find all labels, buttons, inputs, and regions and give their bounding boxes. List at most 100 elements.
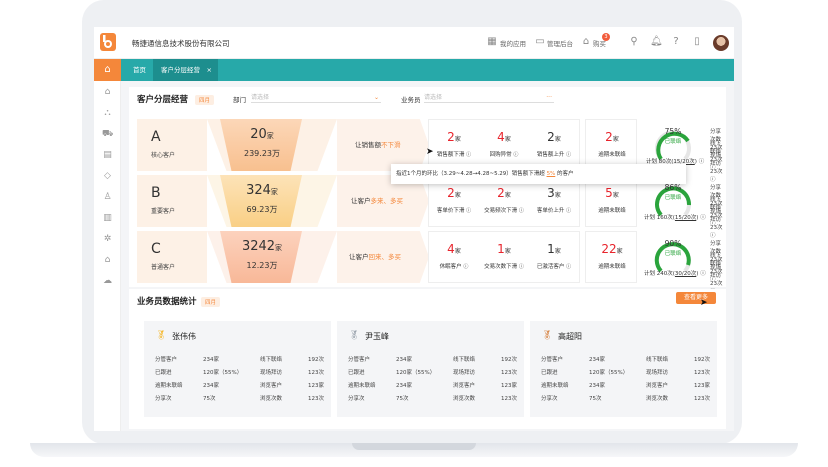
mouse-cursor-icon: ➤: [426, 147, 434, 157]
sales-label: 业务员: [401, 96, 421, 104]
stat-field: 分管客户: [541, 357, 564, 363]
dept-placeholder: 请选择: [251, 94, 270, 101]
stat-field: 234家: [396, 357, 412, 363]
stat-field: 123家: [694, 383, 710, 389]
segment-amount: 69.23万: [246, 205, 278, 214]
stat-item[interactable]: 3家 客单价上升 ⓘ: [529, 186, 579, 214]
plan-text: 计划 240次(30/20次) ⓘ: [644, 271, 706, 277]
stat-field: 现场拜访: [646, 370, 669, 376]
stat-item[interactable]: 2家 客单价下滑 ⓘ: [429, 186, 479, 214]
stat-field: 分享次: [541, 396, 558, 402]
overdue-value: 22家: [601, 242, 623, 256]
stat-item[interactable]: 2家 销售额上升 ⓘ: [529, 130, 579, 158]
sales-select[interactable]: 请选择 ···: [424, 92, 554, 103]
stat-item[interactable]: 1家 已激活客户 ⓘ: [529, 242, 579, 270]
stat-item[interactable]: 1家 交易次数下滑 ⓘ: [479, 242, 529, 270]
stat-field: 234家: [589, 383, 605, 389]
info-icon: ⓘ: [566, 264, 572, 270]
segment-amount: 239.23万: [244, 149, 280, 158]
stat-field: 逾期未联络: [541, 383, 569, 389]
stat-field: 逾期未联络: [155, 383, 183, 389]
stat-field: 123家: [501, 383, 517, 389]
sales-placeholder: 请选择: [424, 94, 443, 101]
segment-count: 20家: [250, 127, 274, 142]
stat-field: 分享次: [348, 396, 365, 402]
stat-field: 已跟进: [348, 370, 365, 376]
gauge-percent: 75%: [664, 127, 682, 136]
overdue-card[interactable]: 22家逾期未联络: [585, 231, 637, 283]
stat-field: 分管客户: [155, 357, 178, 363]
stat-field: 123次: [501, 370, 517, 376]
stat-field: 120家（55%）: [589, 370, 629, 376]
segment-slogan: 让客户回来、多买: [349, 253, 401, 261]
salesperson-card[interactable]: 🏅︎ 张伟伟 分管客户 234家 线下联络 192次 已跟进 120家（55%） 现场拜访…: [144, 321, 331, 417]
overdue-value: 5家: [605, 186, 619, 200]
stat-field: 120家（55%）: [396, 370, 436, 376]
stat-field: 线下联络: [453, 357, 476, 363]
stat-field: 123次: [694, 370, 710, 376]
overdue-label: 逾期未联络: [598, 264, 626, 270]
stat-item[interactable]: 4家 回购异常 ⓘ: [479, 130, 529, 158]
info-icon: ⓘ: [698, 159, 705, 165]
stat-field: 234家: [203, 383, 219, 389]
info-icon: ⓘ: [466, 208, 472, 214]
tiering-panel: 客户分层经营 四月 部门 请选择 ⌄ 业务员 请选择 ··· A 核心客户 20…: [129, 87, 726, 295]
stat-field: 123家: [308, 383, 324, 389]
overdue-label: 逾期未联络: [598, 208, 626, 214]
segment-count: 324家: [246, 183, 278, 198]
page-title: 客户分层经营: [137, 95, 189, 105]
segment-slogan: 让销售额不下滑: [355, 141, 401, 149]
stat-field: 分管客户: [348, 357, 371, 363]
stat-field: 120家（55%）: [203, 370, 243, 376]
gauge-label: 已联络: [664, 251, 682, 257]
stat-field: 浏览客户: [453, 383, 476, 389]
segment-letter: A: [151, 129, 161, 145]
segment-label-box: B 重要客户: [137, 175, 207, 227]
stat-item[interactable]: 4家 休眠客户 ⓘ: [429, 242, 479, 270]
info-icon: ⓘ: [518, 208, 524, 214]
segment-letter: B: [151, 185, 161, 201]
stat-field: 现场拜访: [453, 370, 476, 376]
segment-label-box: C 普通客户: [137, 231, 207, 283]
stat-field: 234家: [396, 383, 412, 389]
sales-month-tag[interactable]: 四月: [201, 297, 221, 307]
bronze-medal-icon: 🏅︎: [541, 331, 553, 341]
info-icon: ⓘ: [700, 271, 706, 277]
gauge-percent: 86%: [664, 183, 682, 192]
stat-field: 123次: [501, 396, 517, 402]
segment-label-box: A 核心客户: [137, 119, 207, 171]
stat-field: 浏览客户: [260, 383, 283, 389]
stat-field: 192次: [501, 357, 517, 363]
salesperson-card[interactable]: 🏅︎ 高超阳 分管客户 234家 线下联络 192次 已跟进 120家（55%） 现场拜访…: [530, 321, 717, 417]
salesperson-name: 高超阳: [558, 332, 582, 341]
stat-field: 分享次: [155, 396, 172, 402]
laptop-notch: [352, 443, 476, 450]
stat-field: 234家: [203, 357, 219, 363]
segment-letter: C: [151, 241, 161, 257]
stat-field: 已跟进: [155, 370, 172, 376]
dept-select[interactable]: 请选择 ⌄: [251, 92, 381, 103]
mouse-cursor-icon: ➤: [700, 298, 708, 308]
metric-tooltip: 指近1个月的环比（3.29~4.28→4.28~5.29）销售额下滑超 5% 的…: [391, 164, 686, 184]
month-tag[interactable]: 四月: [195, 95, 215, 105]
sales-title: 业务员数据统计: [137, 297, 197, 307]
stat-field: 234家: [589, 357, 605, 363]
stat-field: 192次: [694, 357, 710, 363]
view-more-button[interactable]: 查看更多: [676, 292, 716, 304]
stat-field: 75次: [589, 396, 602, 402]
stat-field: 浏览次数: [260, 396, 283, 402]
segment-row-c[interactable]: C 普通客户 3242家 12.23万 让客户回来、多买 4家 休眠客户 ⓘ 1家…: [137, 231, 724, 295]
stat-field: 浏览次数: [646, 396, 669, 402]
segment-slogan: 让客户多来、多买: [351, 197, 403, 205]
stat-item[interactable]: 2家 销售额下滑 ⓘ: [429, 130, 479, 158]
stat-field: 123次: [308, 370, 324, 376]
stat-field: 192次: [308, 357, 324, 363]
content-area: 客户分层经营 四月 部门 请选择 ⌄ 业务员 请选择 ··· A 核心客户 20…: [94, 27, 734, 431]
stat-field: 浏览次数: [453, 396, 476, 402]
segment-stats-card: 4家 休眠客户 ⓘ 1家 交易次数下滑 ⓘ 1家 已激活客户 ⓘ: [428, 231, 580, 283]
info-icon: ⓘ: [463, 264, 469, 270]
salesperson-name: 尹玉峰: [365, 332, 389, 341]
salesperson-card[interactable]: 🏅︎ 尹玉峰 分管客户 234家 线下联络 192次 已跟进 120家（55%） 现场拜访…: [337, 321, 524, 417]
stat-field: 线下联络: [646, 357, 669, 363]
stat-item[interactable]: 2家 交易频次下滑 ⓘ: [479, 186, 529, 214]
